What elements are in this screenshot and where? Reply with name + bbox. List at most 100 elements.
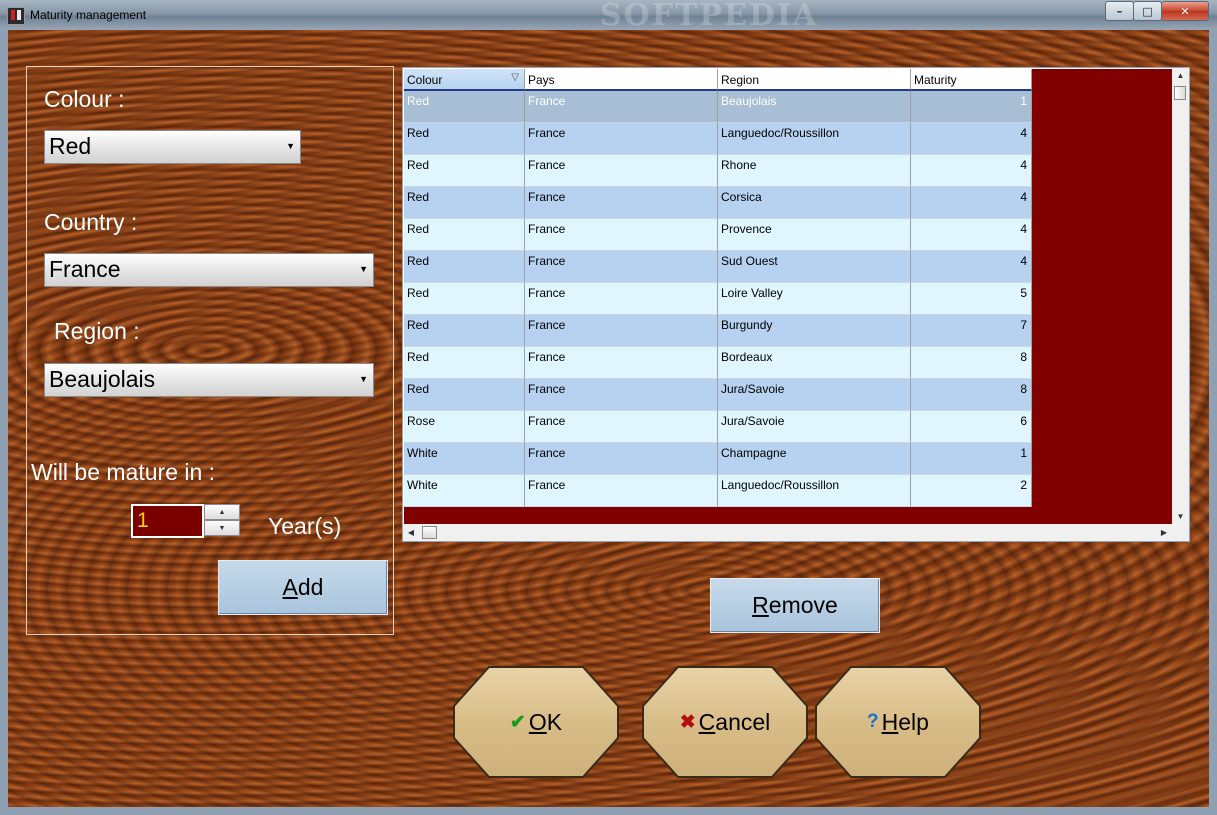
table-cell-colour: White <box>404 475 525 507</box>
table-row[interactable]: Red France Jura/Savoie 8 <box>404 379 1032 411</box>
table-cell-maturity: 8 <box>911 347 1032 379</box>
table-cell-pays: France <box>525 411 718 443</box>
window-border-bottom <box>0 807 1217 815</box>
country-select[interactable]: France ▼ <box>44 253 374 287</box>
minimize-button[interactable]: – <box>1105 1 1134 21</box>
window-border-right <box>1209 30 1217 815</box>
table-cell-region: Provence <box>718 219 911 251</box>
colour-select[interactable]: Red ▼ <box>44 130 301 164</box>
table-cell-colour: Red <box>404 347 525 379</box>
table-cell-region: Rhone <box>718 155 911 187</box>
table-cell-maturity: 7 <box>911 315 1032 347</box>
ok-button[interactable]: ✔ O K <box>453 666 619 778</box>
sort-filter-icon[interactable]: ▽ <box>511 72 519 83</box>
remove-button-label: emove <box>768 592 838 618</box>
vertical-scroll-thumb[interactable] <box>1174 86 1186 100</box>
cancel-button[interactable]: ✖ Cancel <box>642 666 808 778</box>
table-row[interactable]: Red France Provence 4 <box>404 219 1032 251</box>
table-cell-maturity: 5 <box>911 283 1032 315</box>
region-select[interactable]: Beaujolais ▼ <box>44 363 374 397</box>
title-bar: Maturity management SOFTPEDIA – □ ✕ <box>0 0 1217 33</box>
table-row[interactable]: Red France Burgundy 7 <box>404 315 1032 347</box>
colour-select-value: Red <box>49 133 92 159</box>
question-mark-icon: ? <box>867 711 879 732</box>
table-cell-colour: Red <box>404 155 525 187</box>
table-cell-pays: France <box>525 123 718 155</box>
mature-label: Will be mature in : <box>31 459 216 485</box>
table-row[interactable]: Red France Sud Ouest 4 <box>404 251 1032 283</box>
region-select-value: Beaujolais <box>49 366 156 392</box>
scroll-right-icon[interactable]: ▶ <box>1156 524 1172 541</box>
scroll-up-icon[interactable]: ▲ <box>1172 68 1189 84</box>
cross-icon: ✖ <box>679 711 696 733</box>
add-button-mnemonic: A <box>282 574 298 600</box>
maturity-table[interactable]: Colour ▽ Pays Region Maturity Red France Beauj… <box>402 67 1190 542</box>
column-header-pays[interactable]: Pays <box>525 69 718 91</box>
table-cell-region: Champagne <box>718 443 911 475</box>
horizontal-scroll-thumb[interactable] <box>422 526 437 539</box>
table-cell-region: Languedoc/Roussillon <box>718 475 911 507</box>
close-button[interactable]: ✕ <box>1161 1 1209 21</box>
help-button[interactable]: ? Help <box>815 666 981 778</box>
table-cell-pays: France <box>525 283 718 315</box>
table-cell-colour: Red <box>404 219 525 251</box>
window-controls: – □ ✕ <box>1105 1 1209 21</box>
table-row[interactable]: Red France Loire Valley 5 <box>404 283 1032 315</box>
remove-button[interactable]: Remove <box>710 578 880 633</box>
table-cell-colour: White <box>404 443 525 475</box>
table-cell-pays: France <box>525 91 718 123</box>
table-cell-pays: France <box>525 219 718 251</box>
table-cell-colour: Red <box>404 251 525 283</box>
checkmark-icon: ✔ <box>509 711 526 733</box>
add-button[interactable]: Add <box>218 560 388 615</box>
table-cell-pays: France <box>525 347 718 379</box>
table-cell-region: Corsica <box>718 187 911 219</box>
table-cell-pays: France <box>525 155 718 187</box>
table-cell-maturity: 4 <box>911 155 1032 187</box>
scroll-down-icon[interactable]: ▼ <box>1172 509 1189 525</box>
cancel-button-label: ancel <box>715 708 771 735</box>
table-cell-colour: Red <box>404 91 525 123</box>
window-title: Maturity management <box>30 8 147 22</box>
table-row[interactable]: Red France Beaujolais 1 <box>404 91 1032 123</box>
chevron-down-icon: ▼ <box>286 141 295 151</box>
maximize-button[interactable]: □ <box>1133 1 1162 21</box>
horizontal-scrollbar[interactable]: ◀ ▶ <box>403 524 1189 541</box>
ok-button-content: ✔ O K <box>453 666 619 778</box>
column-header-label: Pays <box>528 73 555 87</box>
column-header-maturity[interactable]: Maturity <box>911 69 1032 91</box>
ok-button-mnemonic: O <box>528 708 547 735</box>
table-cell-region: Loire Valley <box>718 283 911 315</box>
table-cell-maturity: 1 <box>911 91 1032 123</box>
window-border-left <box>0 30 8 815</box>
table-header: Colour ▽ Pays Region Maturity <box>404 69 1032 91</box>
table-row[interactable]: Red France Corsica 4 <box>404 187 1032 219</box>
table-row[interactable]: White France Champagne 1 <box>404 443 1032 475</box>
table-cell-colour: Red <box>404 283 525 315</box>
table-cell-maturity: 4 <box>911 123 1032 155</box>
help-button-content: ? Help <box>815 666 981 778</box>
minimize-icon: – <box>1116 4 1123 18</box>
table-cell-maturity: 2 <box>911 475 1032 507</box>
table-cell-region: Burgundy <box>718 315 911 347</box>
spin-down-button[interactable]: ▼ <box>204 520 240 536</box>
column-header-region[interactable]: Region <box>718 69 911 91</box>
table-cell-pays: France <box>525 187 718 219</box>
table-cell-maturity: 4 <box>911 219 1032 251</box>
table-row[interactable]: Red France Bordeaux 8 <box>404 347 1032 379</box>
table-cell-maturity: 6 <box>911 411 1032 443</box>
ok-button-label: K <box>546 708 563 735</box>
table-row[interactable]: Red France Rhone 4 <box>404 155 1032 187</box>
column-header-colour[interactable]: Colour ▽ <box>404 69 525 91</box>
table-row[interactable]: Red France Languedoc/Roussillon 4 <box>404 123 1032 155</box>
colour-label: Colour : <box>44 86 125 112</box>
years-input[interactable]: 1 <box>131 504 204 538</box>
spin-up-button[interactable]: ▲ <box>204 504 240 520</box>
table-cell-region: Beaujolais <box>718 91 911 123</box>
vertical-scrollbar[interactable]: ▲ ▼ <box>1172 68 1189 525</box>
years-unit-label: Year(s) <box>268 513 342 539</box>
table-row[interactable]: White France Languedoc/Roussillon 2 <box>404 475 1032 507</box>
scroll-left-icon[interactable]: ◀ <box>403 524 419 541</box>
table-row[interactable]: Rose France Jura/Savoie 6 <box>404 411 1032 443</box>
table-cell-region: Jura/Savoie <box>718 379 911 411</box>
